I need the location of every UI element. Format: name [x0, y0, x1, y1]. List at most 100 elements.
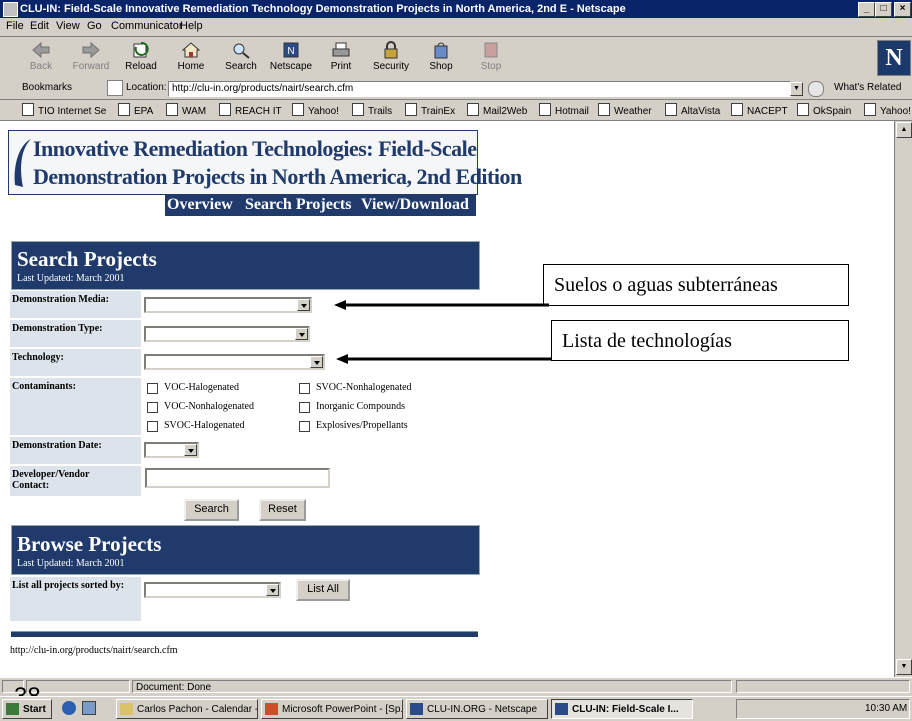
- bookmark-page-icon: [539, 103, 551, 116]
- nav-view-download[interactable]: View/Download: [361, 196, 469, 214]
- search-submit-button[interactable]: Search: [184, 499, 239, 521]
- checkbox-svoc-nonhalogenated[interactable]: [299, 383, 310, 394]
- bookmark-label: REACH IT: [235, 106, 282, 117]
- checkbox-voc-halogenated[interactable]: [147, 383, 158, 394]
- bookmark-wam[interactable]: WAM: [166, 103, 206, 117]
- netscape-icon: [410, 703, 423, 715]
- location-label: Location:: [126, 82, 167, 93]
- scroll-up-icon[interactable]: ▲: [896, 122, 912, 138]
- internet-explorer-icon[interactable]: [62, 701, 76, 715]
- developer-label-line1: Developer/Vendor: [12, 469, 90, 480]
- menu-edit[interactable]: Edit: [30, 20, 49, 32]
- bookmark-mail2web[interactable]: Mail2Web: [467, 103, 527, 117]
- close-button[interactable]: ×: [894, 2, 911, 17]
- menu-help[interactable]: Help: [180, 20, 203, 32]
- menu-go[interactable]: Go: [87, 20, 102, 32]
- bookmark-yahoo-2[interactable]: Yahoo!: [864, 103, 911, 117]
- shop-label: Shop: [429, 61, 453, 72]
- reload-label: Reload: [125, 61, 157, 72]
- list-all-button[interactable]: List All: [296, 579, 350, 601]
- task-clu-in-field-scale[interactable]: CLU-IN: Field-Scale I...: [551, 699, 693, 719]
- forward-button[interactable]: Forward: [68, 39, 114, 77]
- netscape-label: Netscape: [269, 61, 313, 72]
- chevron-down-icon: [297, 299, 310, 311]
- personal-toolbar: TIO Internet Se EPA WAM REACH IT Yahoo! …: [0, 100, 912, 121]
- type-select[interactable]: [144, 326, 310, 342]
- desktop-icon[interactable]: [82, 701, 96, 715]
- vertical-scrollbar[interactable]: ▲ ▼: [894, 121, 912, 677]
- date-select[interactable]: [144, 442, 199, 458]
- nav-overview[interactable]: Overview: [167, 196, 233, 214]
- minimize-button[interactable]: _: [858, 2, 875, 17]
- task-powerpoint[interactable]: Microsoft PowerPoint - [Sp...: [261, 699, 403, 719]
- maximize-button[interactable]: □: [875, 2, 892, 17]
- search-button[interactable]: Search: [218, 39, 264, 77]
- bookmark-okspain[interactable]: OkSpain: [797, 103, 851, 117]
- bookmark-page-icon: [731, 103, 743, 116]
- start-button[interactable]: Start: [2, 699, 52, 719]
- bookmark-tio[interactable]: TIO Internet Se: [22, 103, 106, 117]
- clock[interactable]: 10:30 AM: [865, 700, 907, 718]
- media-select[interactable]: [144, 297, 312, 313]
- bookmark-trainex[interactable]: TrainEx: [405, 103, 455, 117]
- progress-bar: [26, 680, 130, 693]
- checkbox-voc-nonhalogenated[interactable]: [147, 402, 158, 413]
- bookmark-label: Yahoo!: [880, 106, 911, 117]
- security-button[interactable]: Security: [368, 39, 414, 77]
- bookmark-hotmail[interactable]: Hotmail: [539, 103, 589, 117]
- bookmark-trails[interactable]: Trails: [352, 103, 392, 117]
- bookmark-epa[interactable]: EPA: [118, 103, 153, 117]
- url-dropdown-button[interactable]: ▼: [790, 82, 803, 96]
- checkbox-svoc-halogenated[interactable]: [147, 421, 158, 432]
- bookmark-page-icon: [118, 103, 130, 116]
- page-proxy-icon[interactable]: [107, 80, 123, 96]
- task-clu-in-netscape[interactable]: CLU-IN.ORG - Netscape: [406, 699, 548, 719]
- reload-icon: [133, 41, 149, 58]
- task-label: Microsoft PowerPoint - [Sp...: [282, 704, 403, 715]
- checkbox-inorganic-compounds[interactable]: [299, 402, 310, 413]
- netscape-logo[interactable]: N: [877, 40, 911, 76]
- component-bar-icons[interactable]: [736, 680, 910, 693]
- netscape-button[interactable]: N Netscape: [268, 39, 314, 77]
- menu-communicator[interactable]: Communicator: [111, 20, 183, 32]
- powerpoint-icon: [265, 703, 278, 715]
- window-title: CLU-IN: Field-Scale Innovative Remediati…: [20, 3, 626, 15]
- stop-button[interactable]: Stop: [468, 39, 514, 77]
- menu-bar: File Edit View Go Communicator Help: [0, 18, 912, 37]
- menu-file[interactable]: File: [6, 20, 24, 32]
- developer-contact-input[interactable]: [145, 468, 330, 488]
- bookmark-altavista[interactable]: AltaVista: [665, 103, 720, 117]
- checkbox-explosives-propellants[interactable]: [299, 421, 310, 432]
- bookmark-page-icon: [219, 103, 231, 116]
- sort-select[interactable]: [144, 582, 281, 598]
- bookmark-reach-it[interactable]: REACH IT: [219, 103, 282, 117]
- technology-select[interactable]: [144, 354, 325, 370]
- site-nav-bar: Overview Search Projects View/Download: [165, 194, 476, 216]
- print-button[interactable]: Print: [318, 39, 364, 77]
- task-label: CLU-IN: Field-Scale I...: [572, 704, 679, 715]
- bookmark-nacept[interactable]: NACEPT: [731, 103, 788, 117]
- nav-search-projects[interactable]: Search Projects: [245, 196, 351, 214]
- url-field[interactable]: http://clu-in.org/products/nairt/search.…: [168, 81, 791, 97]
- shop-button[interactable]: Shop: [418, 39, 464, 77]
- window-title-bar[interactable]: CLU-IN: Field-Scale Innovative Remediati…: [0, 0, 912, 18]
- bookmark-page-icon: [22, 103, 34, 116]
- back-button[interactable]: Back: [18, 39, 64, 77]
- reset-button[interactable]: Reset: [259, 499, 306, 521]
- status-bar: Document: Done: [0, 677, 912, 696]
- bookmark-weather[interactable]: Weather: [598, 103, 652, 117]
- scroll-down-icon[interactable]: ▼: [896, 659, 912, 675]
- bookmark-label: AltaVista: [681, 106, 721, 117]
- bookmark-yahoo[interactable]: Yahoo!: [292, 103, 339, 117]
- menu-view[interactable]: View: [56, 20, 80, 32]
- home-button[interactable]: Home: [168, 39, 214, 77]
- reload-button[interactable]: Reload: [118, 39, 164, 77]
- task-calendar[interactable]: Carlos Pachon - Calendar -...: [116, 699, 258, 719]
- bookmark-label: TrainEx: [421, 106, 456, 117]
- media-label: Demonstration Media:: [10, 291, 141, 318]
- bookmark-label: Weather: [614, 106, 652, 117]
- browse-projects-title: Browse Projects: [17, 532, 162, 556]
- netscape-app-icon[interactable]: [3, 2, 18, 17]
- bookmarks-button[interactable]: Bookmarks: [22, 82, 72, 93]
- whats-related-button[interactable]: What's Related: [834, 82, 902, 93]
